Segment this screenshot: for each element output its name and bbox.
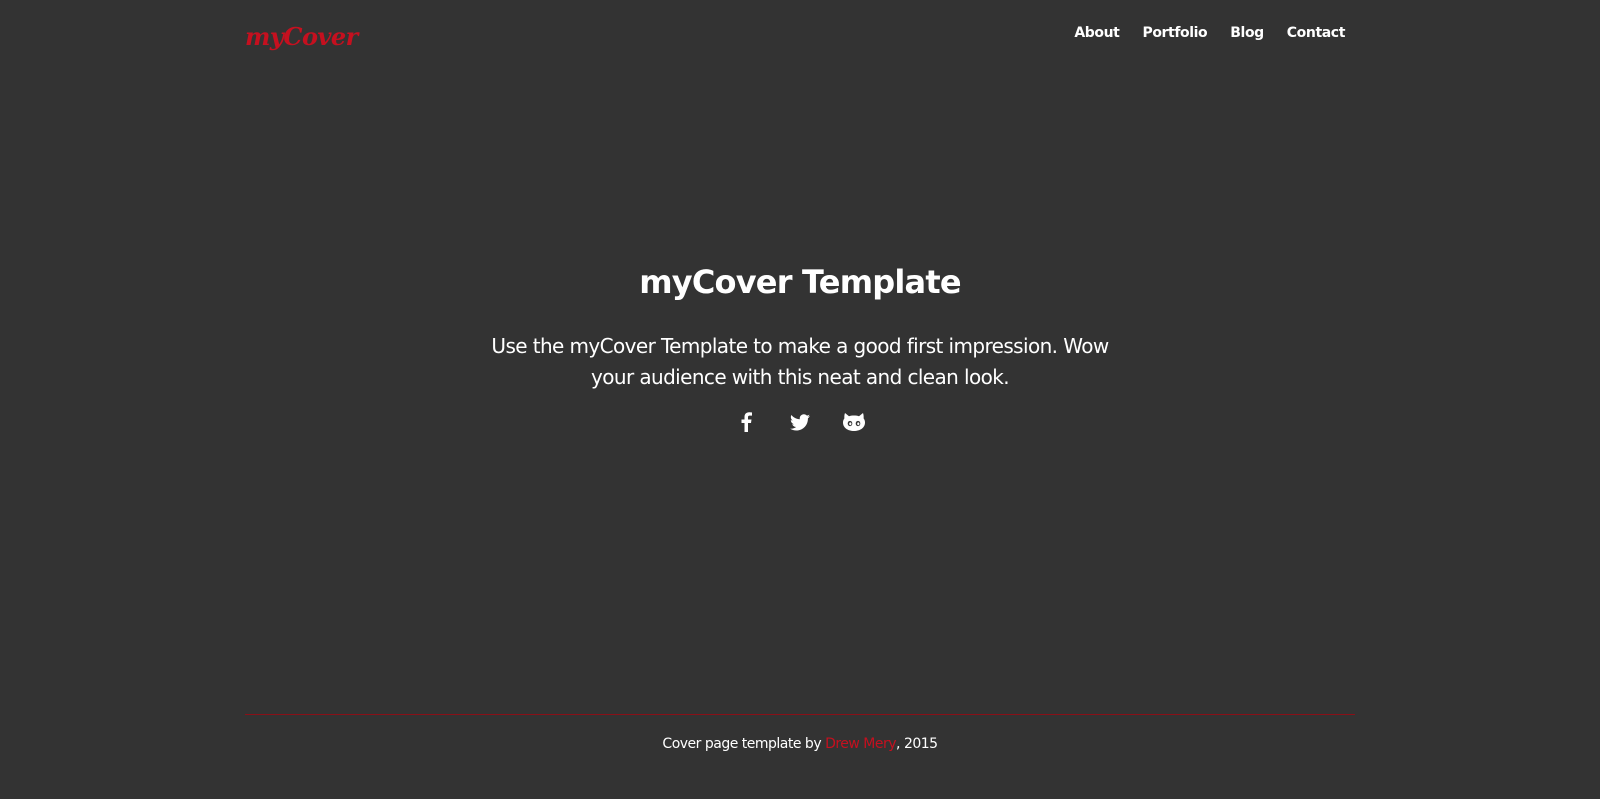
github-icon: [843, 413, 865, 431]
social-links: [0, 407, 1600, 437]
brand-logo[interactable]: myCover: [245, 22, 358, 51]
footer-credit-suffix: , 2015: [896, 736, 938, 752]
hero-lead: Use the myCover Template to make a good …: [491, 334, 1109, 389]
facebook-link[interactable]: [719, 407, 773, 437]
github-link[interactable]: [827, 407, 881, 437]
main-nav: About Portfolio Blog Contact: [1074, 25, 1345, 41]
page: myCover About Portfolio Blog Contact myC…: [0, 0, 1600, 799]
twitter-icon: [790, 413, 810, 430]
nav-contact-link[interactable]: Contact: [1287, 25, 1346, 41]
twitter-link[interactable]: [773, 407, 827, 437]
hero-title: myCover Template: [639, 263, 961, 301]
nav-portfolio-link[interactable]: Portfolio: [1142, 25, 1207, 41]
nav-about-link[interactable]: About: [1074, 25, 1120, 41]
footer-credit-prefix: Cover page template by: [662, 736, 826, 752]
facebook-icon: [741, 412, 752, 432]
nav-blog-link[interactable]: Blog: [1230, 25, 1264, 41]
hero: myCover Template Use the myCover Templat…: [0, 255, 1600, 437]
footer-author-link[interactable]: Drew Mery: [825, 736, 896, 752]
header: myCover About Portfolio Blog Contact: [245, 18, 1345, 58]
footer-divider: [245, 714, 1355, 715]
footer: Cover page template by Drew Mery, 2015: [0, 736, 1600, 752]
